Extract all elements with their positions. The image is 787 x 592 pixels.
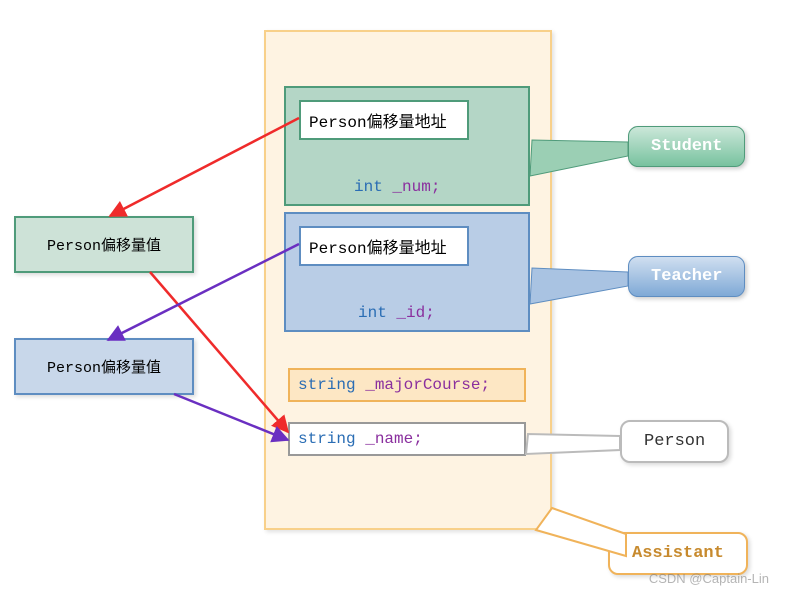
assistant-callout: Assistant bbox=[608, 532, 748, 575]
person-callout: Person bbox=[620, 420, 729, 463]
student-offset-value-box: Person偏移量值 bbox=[14, 216, 194, 273]
watermark-text: CSDN @Captain-Lin bbox=[649, 571, 769, 586]
student-field-num: int _num; bbox=[354, 178, 440, 196]
teacher-vptr-cell: Person偏移量地址 bbox=[299, 226, 469, 266]
teacher-field-id: int _id; bbox=[358, 304, 435, 322]
teacher-callout: Teacher bbox=[628, 256, 745, 297]
student-vptr-cell: Person偏移量地址 bbox=[299, 100, 469, 140]
person-field-name: string _name; bbox=[288, 422, 526, 456]
teacher-offset-value-box: Person偏移量值 bbox=[14, 338, 194, 395]
assistant-field-majorcourse: string _majorCourse; bbox=[288, 368, 526, 402]
student-callout: Student bbox=[628, 126, 745, 167]
